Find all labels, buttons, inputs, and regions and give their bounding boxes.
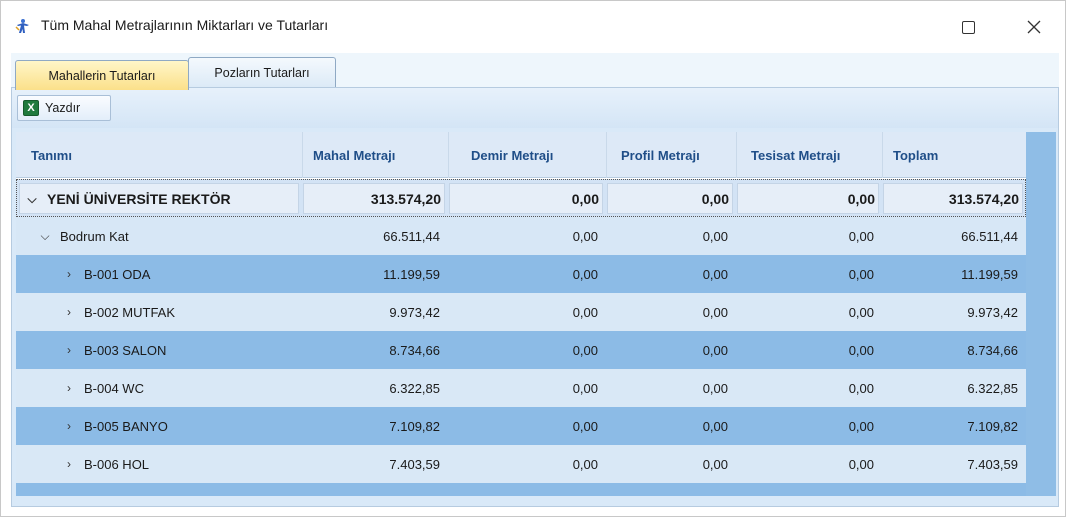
app-icon — [15, 19, 29, 33]
cell-profil: 0,00 — [702, 304, 728, 320]
table-row-group[interactable]: ⌵ Bodrum Kat 66.511,44 0,00 0,00 0,00 66… — [16, 217, 1026, 255]
cell-mahal: 7.403,59 — [389, 456, 440, 472]
cell-tesisat: 0,00 — [848, 418, 874, 434]
chevron-right-icon[interactable]: › — [62, 419, 76, 433]
column-header-tesisat-metraji[interactable]: Tesisat Metrajı — [736, 132, 882, 178]
cell-demir: 0,00 — [572, 266, 598, 282]
close-button[interactable] — [1011, 11, 1057, 43]
cell-mahal: 6.322,85 — [389, 380, 440, 396]
column-header-toplam[interactable]: Toplam — [882, 132, 1026, 178]
cell-toplam: 66.511,44 — [961, 228, 1018, 244]
cell-profil: 0,00 — [701, 191, 729, 207]
cell-toplam: 7.109,82 — [967, 418, 1018, 434]
cell-mahal: 11.199,59 — [383, 266, 440, 282]
cell-profil: 0,00 — [702, 380, 728, 396]
tab-pozlarin-tutarlari[interactable]: Pozların Tutarları — [188, 57, 336, 87]
cell-toplam: 11.199,59 — [961, 266, 1018, 282]
cell-profil: 0,00 — [702, 418, 728, 434]
content-panel: X Yazdır Tanımı Mahal Metrajı Demir Metr… — [11, 87, 1059, 507]
tab-label: Mahallerin Tutarları — [48, 69, 156, 83]
cell-demir: 0,00 — [572, 228, 598, 244]
title-bar: Tüm Mahal Metrajlarının Miktarları ve Tu… — [1, 1, 1065, 53]
row-name: YENİ ÜNİVERSİTE REKTÖR — [47, 191, 231, 207]
print-button[interactable]: X Yazdır — [17, 95, 111, 121]
cell-demir: 0,00 — [572, 342, 598, 358]
toolbar: X Yazdır — [12, 88, 1058, 128]
table-row[interactable]: › B-001 ODA 11.199,59 0,00 0,00 0,00 11.1… — [16, 255, 1026, 293]
cell-profil: 0,00 — [702, 456, 728, 472]
cell-toplam: 6.322,85 — [967, 380, 1018, 396]
cell-demir: 0,00 — [572, 418, 598, 434]
table-row[interactable]: › B-004 WC 6.322,85 0,00 0,00 0,00 6.322,… — [16, 369, 1026, 407]
table-row[interactable]: › B-003 SALON 8.734,66 0,00 0,00 0,00 8.7… — [16, 331, 1026, 369]
cell-mahal: 66.511,44 — [383, 228, 440, 244]
table-row[interactable]: › B-005 BANYO 7.109,82 0,00 0,00 0,00 7.1… — [16, 407, 1026, 445]
cell-tesisat: 0,00 — [848, 228, 874, 244]
excel-icon: X — [23, 100, 39, 116]
table-row[interactable]: › B-006 HOL 7.403,59 0,00 0,00 0,00 7.403… — [16, 445, 1026, 483]
chevron-down-icon[interactable]: ⌵ — [38, 229, 52, 244]
table-row-root[interactable]: ⌵ YENİ ÜNİVERSİTE REKTÖR 313.574,20 0,00… — [16, 179, 1026, 217]
row-name: B-006 HOL — [84, 456, 150, 472]
chevron-right-icon[interactable]: › — [62, 343, 76, 357]
tab-mahallerin-tutarlari[interactable]: Mahallerin Tutarları — [15, 60, 189, 90]
cell-demir: 0,00 — [572, 456, 598, 472]
print-label: Yazdır — [45, 101, 81, 115]
cell-tesisat: 0,00 — [848, 266, 874, 282]
grid-side-strip[interactable] — [1026, 132, 1056, 496]
chevron-right-icon[interactable]: › — [62, 267, 76, 281]
row-name: B-003 SALON — [84, 342, 167, 358]
cell-mahal: 313.574,20 — [370, 191, 441, 207]
window-title: Tüm Mahal Metrajlarının Miktarları ve Tu… — [41, 17, 329, 33]
cell-demir: 0,00 — [571, 191, 599, 207]
data-grid: Tanımı Mahal Metrajı Demir Metrajı Profi… — [16, 132, 1056, 496]
cell-mahal: 8.734,66 — [389, 342, 440, 358]
row-name: B-002 MUTFAK — [84, 304, 176, 320]
window: Tüm Mahal Metrajlarının Miktarları ve Tu… — [0, 0, 1066, 517]
table-row[interactable]: › B-002 MUTFAK 9.973,42 0,00 0,00 0,00 9.… — [16, 293, 1026, 331]
cell-demir: 0,00 — [572, 380, 598, 396]
tab-label: Pozların Tutarları — [214, 66, 310, 80]
cell-demir: 0,00 — [572, 304, 598, 320]
column-header-profil-metraji[interactable]: Profil Metrajı — [606, 132, 736, 178]
chevron-down-icon[interactable]: ⌵ — [25, 192, 39, 207]
cell-mahal: 9.973,42 — [389, 304, 440, 320]
column-header-mahal-metraji[interactable]: Mahal Metrajı — [302, 132, 448, 178]
chevron-right-icon[interactable]: › — [62, 381, 76, 395]
cell-profil: 0,00 — [702, 266, 728, 282]
cell-tesisat: 0,00 — [848, 304, 874, 320]
cell-tesisat: 0,00 — [847, 191, 875, 207]
row-name: Bodrum Kat — [60, 228, 129, 244]
cell-profil: 0,00 — [702, 342, 728, 358]
close-icon — [1027, 20, 1041, 34]
chevron-right-icon[interactable]: › — [62, 457, 76, 471]
chevron-right-icon[interactable]: › — [62, 305, 76, 319]
tab-strip: Pozların Tutarları Mahallerin Tutarları — [11, 53, 1059, 90]
cell-tesisat: 0,00 — [848, 456, 874, 472]
row-name: B-001 ODA — [84, 266, 151, 282]
row-name: B-005 BANYO — [84, 418, 168, 434]
column-header-demir-metraji[interactable]: Demir Metrajı — [448, 132, 606, 178]
cell-tesisat: 0,00 — [848, 342, 874, 358]
grid-header: Tanımı Mahal Metrajı Demir Metrajı Profi… — [16, 132, 1026, 178]
table-row-partial — [16, 483, 1026, 496]
maximize-icon — [961, 20, 975, 34]
column-header-tanimi[interactable]: Tanımı — [16, 132, 302, 178]
cell-mahal: 7.109,82 — [389, 418, 440, 434]
cell-toplam: 313.574,20 — [948, 191, 1019, 207]
cell-toplam: 7.403,59 — [967, 456, 1018, 472]
row-name: B-004 WC — [84, 380, 144, 396]
cell-profil: 0,00 — [702, 228, 728, 244]
cell-tesisat: 0,00 — [848, 380, 874, 396]
cell-toplam: 9.973,42 — [967, 304, 1018, 320]
cell-toplam: 8.734,66 — [967, 342, 1018, 358]
maximize-button[interactable] — [945, 11, 991, 43]
